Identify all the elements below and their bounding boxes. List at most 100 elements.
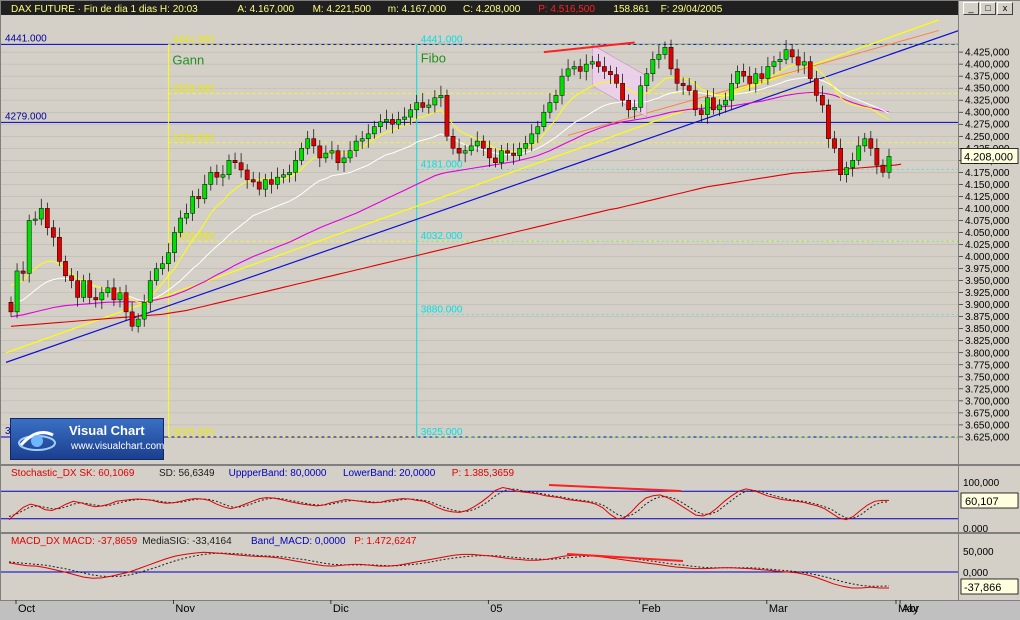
- candle: [384, 119, 389, 123]
- candle: [517, 148, 522, 156]
- candle: [874, 148, 880, 166]
- axis-label: 4.350,000: [965, 84, 1010, 95]
- candle: [329, 150, 335, 154]
- header-text: SD: 56,6349: [159, 468, 215, 479]
- candle: [886, 156, 892, 173]
- fibo-label: 3625.000: [421, 427, 463, 438]
- candle: [220, 174, 226, 178]
- candle: [160, 263, 165, 269]
- candle: [359, 138, 365, 142]
- candle: [826, 104, 831, 139]
- level-label: 4279.000: [5, 111, 47, 122]
- candle: [499, 150, 504, 163]
- candle: [759, 73, 765, 79]
- header-text: Stochastic_DX SK: 60,1069: [11, 468, 135, 479]
- candle: [432, 97, 438, 106]
- stoch-divergence-line: [548, 484, 682, 492]
- candle: [390, 119, 395, 125]
- candle: [656, 54, 662, 60]
- macd-chart: MACD_DX MACD: -37,8659 MediaSIG: -33,4164…: [1, 534, 959, 589]
- candle: [250, 179, 256, 183]
- macd-panel[interactable]: MACD_DX MACD: -37,8659 MediaSIG: -33,4164…: [0, 533, 960, 601]
- candle: [474, 140, 480, 147]
- candle: [602, 66, 607, 72]
- date-label: 05: [490, 603, 502, 615]
- candle: [147, 280, 153, 303]
- candle: [838, 148, 843, 176]
- maximize-button[interactable]: □: [980, 2, 996, 15]
- last-price-label: 4.208,000: [964, 151, 1013, 163]
- gann-label: 4032.000: [172, 231, 214, 242]
- candle: [299, 148, 305, 161]
- logo-title: Visual Chart: [69, 423, 145, 438]
- candle: [626, 99, 631, 111]
- candle: [771, 61, 777, 67]
- stochastic-axis: 100,000 0,000 60,107: [958, 465, 1020, 533]
- axis-label: 3.650,000: [965, 420, 1010, 431]
- candle: [820, 95, 825, 106]
- header-text: DAX FUTURE · Fin de dia 1 dias H: 20:03: [11, 4, 198, 15]
- candle: [226, 160, 232, 176]
- candle: [680, 83, 686, 87]
- header-text: m: 4.167,000: [388, 4, 447, 15]
- candle: [153, 268, 159, 281]
- candle: [638, 85, 644, 108]
- minimize-button[interactable]: _: [963, 2, 979, 15]
- candle: [608, 71, 613, 75]
- candle: [704, 97, 710, 115]
- candle: [583, 63, 589, 72]
- ma-magenta-line: [10, 91, 890, 318]
- axis-label: 3.900,000: [965, 300, 1010, 311]
- price-panel[interactable]: DAX FUTURE · Fin de dia 1 dias H: 20:03 A…: [0, 0, 960, 465]
- candle: [347, 150, 353, 159]
- stoch-sk-line: [8, 486, 889, 521]
- chart-window: DAX FUTURE · Fin de dia 1 dias H: 20:03 A…: [0, 0, 1020, 615]
- candle: [341, 157, 347, 163]
- candle: [208, 172, 214, 185]
- header-text: LowerBand: 20,0000: [343, 468, 436, 479]
- candle: [135, 318, 141, 327]
- candle: [783, 49, 789, 60]
- axis-label: 0,000: [963, 524, 988, 532]
- candle: [747, 75, 753, 84]
- candle: [632, 107, 638, 111]
- candle: [426, 104, 432, 108]
- date-label: May: [898, 603, 919, 615]
- candle: [698, 109, 704, 115]
- axis-label: 4.375,000: [965, 72, 1010, 83]
- candle: [396, 119, 401, 125]
- axis-label: 4.175,000: [965, 168, 1010, 179]
- candle: [26, 220, 32, 274]
- axis-label: 4.050,000: [965, 228, 1010, 239]
- candle: [57, 237, 62, 262]
- candle: [505, 150, 510, 154]
- candle: [711, 97, 716, 111]
- close-button[interactable]: x: [997, 2, 1013, 15]
- axis-label: 4.125,000: [965, 192, 1010, 203]
- axis-label: 3.975,000: [965, 264, 1010, 275]
- price-axis: 3.625,000 3.650,000 3.675,000 3.700,000 3.72…: [958, 0, 1020, 465]
- candle: [614, 74, 619, 84]
- candle: [408, 109, 413, 118]
- candle: [456, 148, 462, 154]
- header-text: MACD_DX MACD: -37,8659: [11, 536, 138, 547]
- fibo-label: 4032.000: [421, 231, 463, 242]
- stochastic-panel[interactable]: Stochastic_DX SK: 60,1069 SD: 56,6349 Uppp…: [0, 465, 960, 533]
- candle: [541, 111, 547, 127]
- axis-label: 3.700,000: [965, 396, 1010, 407]
- axis-label: 100,000: [963, 478, 1000, 489]
- candle: [789, 49, 795, 58]
- candle: [184, 212, 189, 219]
- candle: [105, 287, 111, 293]
- candle: [444, 95, 450, 137]
- candle: [281, 174, 286, 178]
- candle: [571, 66, 577, 70]
- candle: [807, 61, 813, 79]
- header-text: 158.861: [613, 4, 650, 15]
- candle: [856, 145, 862, 161]
- visual-chart-logo: Visual Chart www.visualchart.com: [10, 418, 164, 460]
- candle: [450, 136, 456, 149]
- macd-line: [8, 551, 889, 589]
- candle: [32, 218, 38, 221]
- macd-axis: 50,000 0,000 -37,866: [958, 533, 1020, 601]
